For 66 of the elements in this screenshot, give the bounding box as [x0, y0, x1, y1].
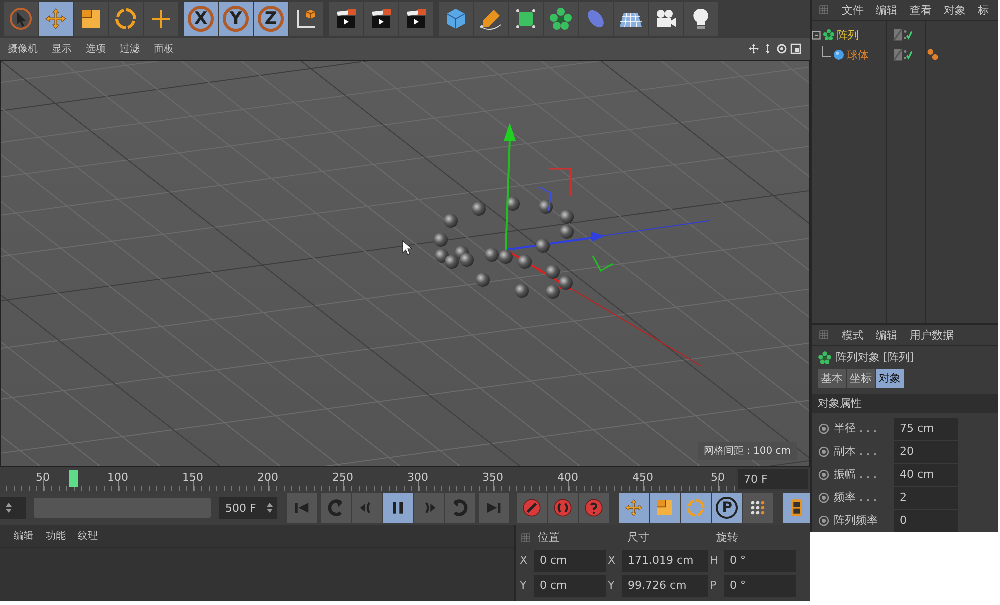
frame-number: 350 — [482, 471, 504, 484]
frame-number: 300 — [408, 471, 428, 484]
menu-item[interactable]: 选项 — [86, 42, 106, 56]
column-header: 位置 — [538, 530, 561, 546]
axis-label: P — [710, 579, 718, 592]
menu-item[interactable]: 模式 — [842, 328, 864, 342]
axis-toggle-button[interactable]: X — [184, 2, 218, 36]
axis-label: X — [520, 554, 529, 568]
frame-number: 200 — [258, 471, 278, 484]
axis-label: Y — [520, 579, 528, 592]
end-frame-field[interactable]: 500 F — [219, 497, 278, 520]
field-value: 500 F — [225, 502, 256, 515]
column-header: 尺寸 — [627, 530, 650, 546]
parameter-label: 半径 . . . — [834, 421, 878, 436]
axis-toggle-button[interactable]: Z — [254, 2, 288, 36]
axis-toggle-button[interactable]: Y — [219, 2, 253, 36]
value-field[interactable]: 0 ° — [724, 550, 796, 572]
frame-number: 100 — [108, 471, 128, 484]
parameter-label: 振幅 . . . — [834, 467, 878, 482]
key-filter-button[interactable]: P — [712, 493, 742, 524]
frame-number: 250 — [332, 471, 354, 484]
value-field[interactable]: 0 cm — [534, 574, 606, 597]
menu-item[interactable]: 查看 — [910, 2, 932, 18]
value-field[interactable]: 0 ° — [724, 574, 796, 597]
axis-label: X — [608, 554, 617, 568]
value-field[interactable]: 2 — [894, 486, 958, 508]
value-field[interactable]: 75 cm — [894, 418, 958, 440]
menu-item[interactable]: 显示 — [52, 42, 72, 56]
column-header: 旋转 — [716, 530, 740, 546]
menu-item[interactable]: 标 — [978, 2, 989, 18]
menu-item[interactable]: 编辑 — [876, 328, 898, 342]
menu-item[interactable]: 摄像机 — [8, 42, 38, 56]
menu-item[interactable]: 用户数据 — [910, 328, 954, 342]
value-field[interactable]: 171.019 cm — [622, 550, 708, 572]
value-field[interactable]: 20 — [894, 440, 958, 462]
object-name[interactable]: 球体 — [847, 48, 869, 62]
menu-item[interactable]: 编辑 — [14, 528, 34, 543]
parameter-label: 频率 . . . — [834, 490, 878, 505]
value-field[interactable]: 0 — [894, 510, 958, 532]
menu-item[interactable]: 功能 — [46, 528, 66, 543]
frame-number: 450 — [632, 471, 654, 484]
value-field[interactable]: 0 cm — [534, 550, 606, 572]
menu-item[interactable]: 对象 — [944, 2, 966, 18]
menu-item[interactable]: 文件 — [842, 2, 864, 18]
value-field[interactable]: 40 cm — [894, 464, 958, 486]
frame-number: 50 — [36, 471, 50, 484]
menu-item[interactable]: 面板 — [154, 42, 174, 56]
object-title: 阵列对象 [阵列] — [836, 350, 914, 365]
parameter-label: 阵列频率 — [834, 513, 879, 528]
value-field[interactable]: 99.726 cm — [622, 574, 708, 597]
parameter-label: 副本 . . . — [834, 444, 878, 459]
frame-number: 400 — [558, 471, 578, 484]
tab[interactable]: 坐标 — [847, 369, 875, 388]
menu-item[interactable]: 纹理 — [78, 528, 98, 543]
tab[interactable]: 基本 — [818, 369, 846, 388]
section-header: 对象属性 — [812, 394, 998, 413]
current-frame-field[interactable]: 70 F — [738, 469, 808, 490]
axis-label: Y — [608, 579, 616, 592]
menu-item[interactable]: 编辑 — [876, 2, 898, 18]
frame-number: 50 — [711, 471, 725, 484]
object-name[interactable]: 阵列 — [837, 28, 859, 42]
frame-number: 150 — [182, 471, 204, 484]
tab[interactable]: 对象 — [876, 369, 904, 388]
grid-spacing-label: 网格间距 : 100 cm — [698, 442, 797, 460]
menu-item[interactable]: 过滤 — [120, 42, 140, 56]
axis-label: H — [710, 554, 720, 568]
